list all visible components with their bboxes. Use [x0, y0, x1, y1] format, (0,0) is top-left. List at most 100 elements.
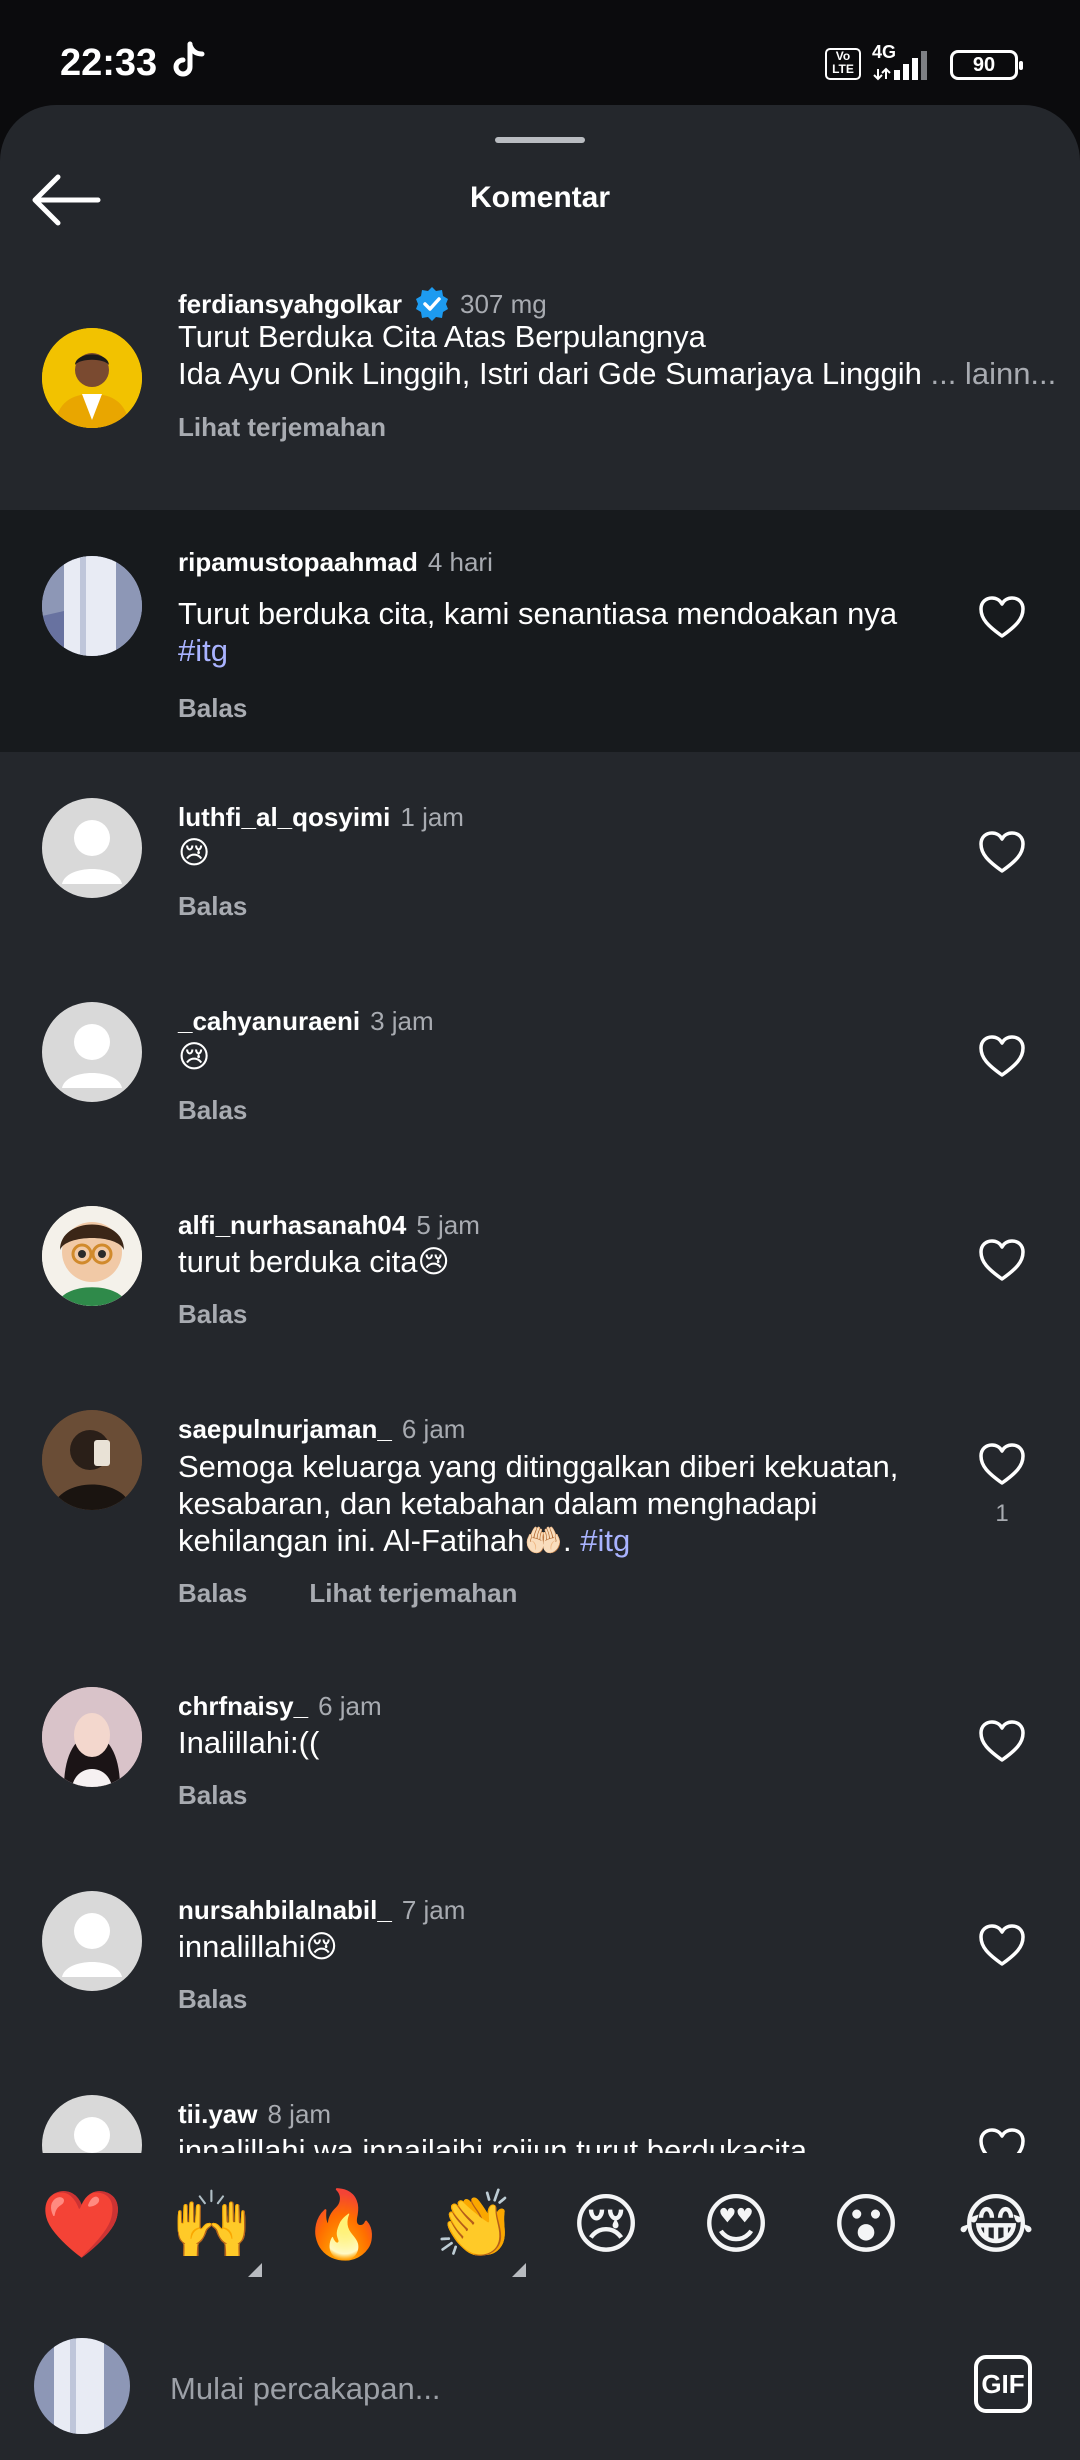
comment-username[interactable]: tii.yaw: [178, 2099, 257, 2130]
comments-sheet: Komentar ferdiansyahgolkar 307 mg Turut …: [0, 105, 1080, 2460]
reply-button[interactable]: Balas: [178, 1095, 247, 1126]
heart-icon[interactable]: [978, 1923, 1026, 1967]
like-count: 1: [995, 1500, 1009, 1527]
battery-tip: [1019, 61, 1023, 70]
status-time: 22:33: [60, 42, 158, 84]
comment-username[interactable]: saepulnurjaman_: [178, 1414, 392, 1445]
reply-button[interactable]: Balas: [178, 891, 247, 922]
heart-icon[interactable]: [978, 1442, 1026, 1486]
reaction-clap[interactable]: 👏: [434, 2183, 518, 2267]
avatar-image: [42, 1687, 142, 1787]
caption-translate-link[interactable]: Lihat terjemahan: [178, 412, 386, 443]
comment-body: innalillahi😢: [178, 1929, 338, 1964]
comment-body: Semoga keluarga yang ditinggalkan diberi…: [178, 1448, 968, 1559]
reaction-laughing[interactable]: 😂: [954, 2183, 1038, 2267]
comment-actions: Balas: [178, 1780, 247, 1811]
avatar-image: [42, 1206, 142, 1306]
comment-meta: ripamustopaahmad 4 hari: [178, 547, 493, 578]
comment-body: 😢: [178, 1039, 211, 1075]
comment-text: Turut berduka cita, kami senantiasa mend…: [178, 595, 958, 669]
comment-time: 8 jam: [267, 2099, 332, 2129]
reply-button[interactable]: Balas: [178, 1780, 247, 1811]
default-avatar-icon: [62, 1913, 122, 1977]
comment-line-2: kesabaran, dan ketabahan dalam menghadap…: [178, 1486, 818, 1521]
comment-actions: Balas: [178, 693, 247, 724]
comment-username[interactable]: chrfnaisy_: [178, 1691, 308, 1722]
drag-handle[interactable]: [495, 137, 585, 143]
reply-button[interactable]: Balas: [178, 1984, 247, 2015]
heart-icon[interactable]: [978, 1034, 1026, 1078]
comment-line-3: kehilangan ini. Al-Fatihah🤲🏻.: [178, 1523, 572, 1558]
comment-time: 1 jam: [400, 802, 464, 832]
verified-badge-icon: [415, 287, 448, 321]
highlighted-comment: ripamustopaahmad 4 hari Turut berduka ci…: [0, 510, 1080, 752]
comment-time: 6 jam: [401, 1414, 466, 1444]
reply-button[interactable]: Balas: [178, 1299, 247, 1330]
comment-actions: Balas: [178, 1299, 247, 1330]
comment-username[interactable]: ripamustopaahmad: [178, 547, 418, 578]
comment-actions: Balas: [178, 891, 247, 922]
avatar-image: [34, 2338, 130, 2434]
hashtag-link[interactable]: #itg: [580, 1523, 630, 1558]
comment-username[interactable]: alfi_nurhasanah04: [178, 1210, 406, 1241]
caption-username[interactable]: ferdiansyahgolkar: [178, 289, 402, 320]
comment-body: 😢: [178, 835, 211, 871]
comment-username[interactable]: _cahyanuraeni: [178, 1006, 360, 1037]
skin-tone-indicator: [248, 2263, 262, 2277]
battery-level: 90: [972, 54, 996, 76]
comment-time: 6 jam: [318, 1691, 382, 1721]
avatar[interactable]: [42, 328, 142, 428]
avatar[interactable]: [42, 1891, 142, 1991]
heart-icon[interactable]: [978, 1719, 1026, 1763]
default-avatar-icon: [62, 1024, 122, 1088]
reply-button[interactable]: Balas: [178, 1578, 247, 1609]
reaction-crying[interactable]: 😢: [564, 2183, 648, 2267]
reaction-composer-bar: ❤️ 🙌 🔥 👏 😢 😍 😮 😂 GIF: [0, 2153, 1080, 2455]
avatar[interactable]: [42, 556, 142, 656]
comment-actions: Balas: [178, 1984, 247, 2015]
caption-more-link[interactable]: ... lainn...: [930, 356, 1056, 391]
avatar-image: [42, 556, 142, 656]
avatar-image: [42, 328, 142, 428]
translate-link[interactable]: Lihat terjemahan: [309, 1578, 517, 1609]
volte-icon: Vo LTE: [825, 48, 861, 80]
comment-username[interactable]: luthfi_al_qosyimi: [178, 802, 390, 833]
caption-line-2-wrap: Ida Ayu Onik Linggih, Istri dari Gde Sum…: [178, 355, 1058, 392]
comment-body: turut berduka cita😢: [178, 1244, 450, 1279]
reaction-heart-eyes[interactable]: 😍: [694, 2183, 778, 2267]
signal-icon: [873, 51, 927, 81]
heart-icon[interactable]: [978, 1238, 1026, 1282]
comment-time: 3 jam: [370, 1006, 434, 1036]
avatar[interactable]: [42, 1206, 142, 1306]
composer-avatar: [34, 2338, 130, 2434]
comment-body: Turut berduka cita, kami senantiasa mend…: [178, 596, 898, 631]
page-title: Komentar: [469, 181, 611, 214]
heart-icon[interactable]: [978, 595, 1026, 639]
hashtag-link[interactable]: #itg: [178, 633, 228, 668]
avatar[interactable]: [42, 1002, 142, 1102]
reaction-surprised[interactable]: 😮: [824, 2183, 908, 2267]
tiktok-icon: [173, 41, 205, 77]
caption-time: 307 mg: [459, 288, 547, 319]
avatar-image: [42, 1410, 142, 1510]
reaction-fire[interactable]: 🔥: [302, 2183, 386, 2267]
avatar[interactable]: [42, 798, 142, 898]
comment-input[interactable]: [170, 2368, 870, 2410]
avatar[interactable]: [42, 1687, 142, 1787]
comment-meta: tii.yaw 8 jam: [178, 2099, 331, 2130]
status-bar: 22:33 Vo LTE 4G 90: [0, 0, 1080, 105]
reply-button[interactable]: Balas: [178, 693, 247, 724]
reaction-raised-hands[interactable]: 🙌: [170, 2183, 254, 2267]
comment-time: 4 hari: [427, 547, 493, 577]
comment-username[interactable]: nursahbilalnabil_: [178, 1895, 392, 1926]
avatar[interactable]: [42, 1410, 142, 1510]
comment-time: 5 jam: [416, 1210, 480, 1240]
reaction-heart[interactable]: ❤️: [40, 2183, 124, 2267]
heart-icon[interactable]: [978, 830, 1026, 874]
battery-icon: 90: [950, 50, 1023, 80]
caption-meta: ferdiansyahgolkar 307 mg: [178, 286, 547, 322]
gif-button[interactable]: GIF: [974, 2355, 1032, 2413]
skin-tone-indicator: [512, 2263, 526, 2277]
comment-meta: saepulnurjaman_ 6 jam: [178, 1414, 465, 1445]
comment-meta: _cahyanuraeni 3 jam: [178, 1006, 434, 1037]
